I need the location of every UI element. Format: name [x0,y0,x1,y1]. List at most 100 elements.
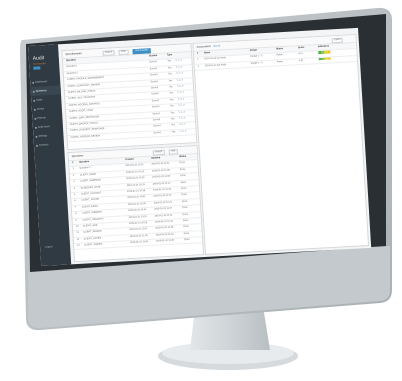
updated-cell: 2019-01-22 11:20 [153,194,172,198]
index-cell: 3 [73,181,75,184]
question-icon [32,90,35,93]
created-cell: 2019-01-21 11:09 [130,241,149,245]
updated-cell: 2019-01-22 11:31 [154,214,173,218]
created-cell: 2019-01-21 11:01 [129,228,148,232]
updated-cell: 2019-01-22 11:34 [154,220,174,224]
question-cell: CLIENT_VENDOR_REVIEW [70,135,101,139]
question-cell: Question 1 [79,167,91,170]
section-cell: Scored [153,125,161,128]
index-cell: 6 [74,200,76,203]
column-header: Updated [151,157,161,160]
logout-link[interactable]: Logout [45,245,52,248]
updated-cell: 2019-01-22 11:16 [152,188,172,192]
panel-title: Questions [71,154,84,158]
score-cell: 3.87 [298,59,304,62]
column-header: Type [166,54,173,57]
search-input[interactable]: Search [102,49,115,57]
score-cell: 4.12 [298,53,303,56]
created-cell: 2019-01-21 10:45 [127,202,147,206]
type-cell: Yes [170,105,174,108]
created-cell: 2019-01-21 10:41 [127,196,146,200]
type-cell: Yes [168,73,172,76]
index-cell: 8 [75,213,77,216]
sidebar-item-label: Assets [36,107,45,111]
row-action-icons[interactable]: ✎⎘✕ [177,91,185,97]
question-cell: CLIENT_NAME [79,173,97,177]
question-cell: CLIENT_PHONE [81,198,100,202]
created-cell: 2019-01-21 10:21 [125,164,144,168]
row-action-icons[interactable]: ✎⎘✕ [176,78,184,84]
question-cell: CLIENT_OWNER [84,243,103,247]
questions-panel: Questions Search Add # Question Created … [67,145,205,263]
sidebar-item-contacts[interactable]: Contacts [34,139,65,150]
row-action-icons[interactable]: ✎⎘✕ [179,123,187,129]
row-action-icons[interactable]: ✎⎘✕ [178,110,186,116]
export-button[interactable]: Export [331,37,344,44]
row-action-icons[interactable]: ✎⎘✕ [180,129,188,135]
index-cell: 1 [197,59,199,62]
section-cell: Scored [152,106,160,109]
indicator-swatch [327,57,331,61]
row-action-icons[interactable]: ✎⎘✕ [176,65,184,71]
updated-cell: 2019-01-22 11:27 [154,207,173,211]
sidebar-item-label: Settings [38,134,48,138]
status-cell: Active [276,60,284,64]
assessment-panel: Assessment Score Export # Name Range Sta… [192,33,370,255]
index-cell: 2 [72,174,75,177]
panel-title: Questionnaire [65,52,82,56]
status-cell: Done [180,174,186,178]
score-indicators [318,57,332,63]
created-cell: 2019-01-21 10:24 [125,170,145,174]
status-cell: Done [184,238,190,242]
panel-title-accent: Score [213,44,221,48]
column-header: Range [249,49,258,52]
question-cell: CLIENT_SIZE [82,224,98,228]
dashboard-icon [32,81,35,84]
row-action-icons[interactable]: ✎⎘✕ [179,116,187,122]
column-header: Status [179,155,187,159]
row-action-icons[interactable]: ✎⎘✕ [175,59,183,65]
name-cell: 2019-01-22 Q2 Audit [204,63,227,68]
created-cell: 2019-01-21 10:29 [126,177,145,181]
index-cell: 5 [73,193,76,196]
row-action-icons[interactable]: ✎⎘✕ [176,72,184,78]
section-cell: Scored [150,86,159,90]
app-screen: Audit Commander Dashboard Questions Task… [28,27,372,266]
type-cell: Yes [171,130,176,134]
column-header: Indicators [317,45,330,49]
question-cell: Question 1 [66,65,78,69]
column-header: # [196,52,199,55]
type-cell: Yes [171,124,176,127]
created-cell: 2019-01-21 10:56 [128,221,148,225]
column-header: Question [65,59,77,62]
gear-icon [35,135,38,138]
row-action-icons[interactable]: ✎⎘✕ [178,104,186,110]
created-cell: 2019-01-21 11:05 [129,234,148,238]
updated-cell: 2019-01-22 11:02 [151,163,170,167]
sidebar-item-label: Reports [37,116,46,120]
status-cell: Done [181,194,188,197]
type-cell: Yes [169,92,174,95]
created-cell: 2019-01-21 10:38 [126,190,146,194]
add-button[interactable]: Add [168,148,178,155]
section-cell: Scored [150,74,158,77]
row-action-icons[interactable]: ✎⎘✕ [178,97,186,103]
task-icon [33,99,36,102]
status-cell: Done [182,206,188,210]
index-cell: 1 [72,168,74,171]
row-action-icons[interactable]: ✎⎘✕ [177,85,185,91]
section-cell: Scored [150,80,158,83]
search-input[interactable]: Search [152,149,165,156]
column-header: Name [203,52,211,55]
index-cell: 2 [197,65,200,68]
sidebar-item-label: Questions [35,89,47,93]
updated-cell: 2019-01-22 11:05 [151,169,170,173]
updated-cell: 2019-01-22 11:38 [155,226,174,230]
questionnaire-panel: Questionnaire Search Filter Add Question… [61,43,198,151]
filter-button[interactable]: Filter [118,49,129,56]
range-cell: Range 1 - 5 [250,61,263,65]
column-header: Created [125,158,134,162]
type-cell: Yes [168,79,173,82]
created-cell: 2019-01-21 10:49 [128,209,147,213]
status-cell: Done [182,213,189,216]
